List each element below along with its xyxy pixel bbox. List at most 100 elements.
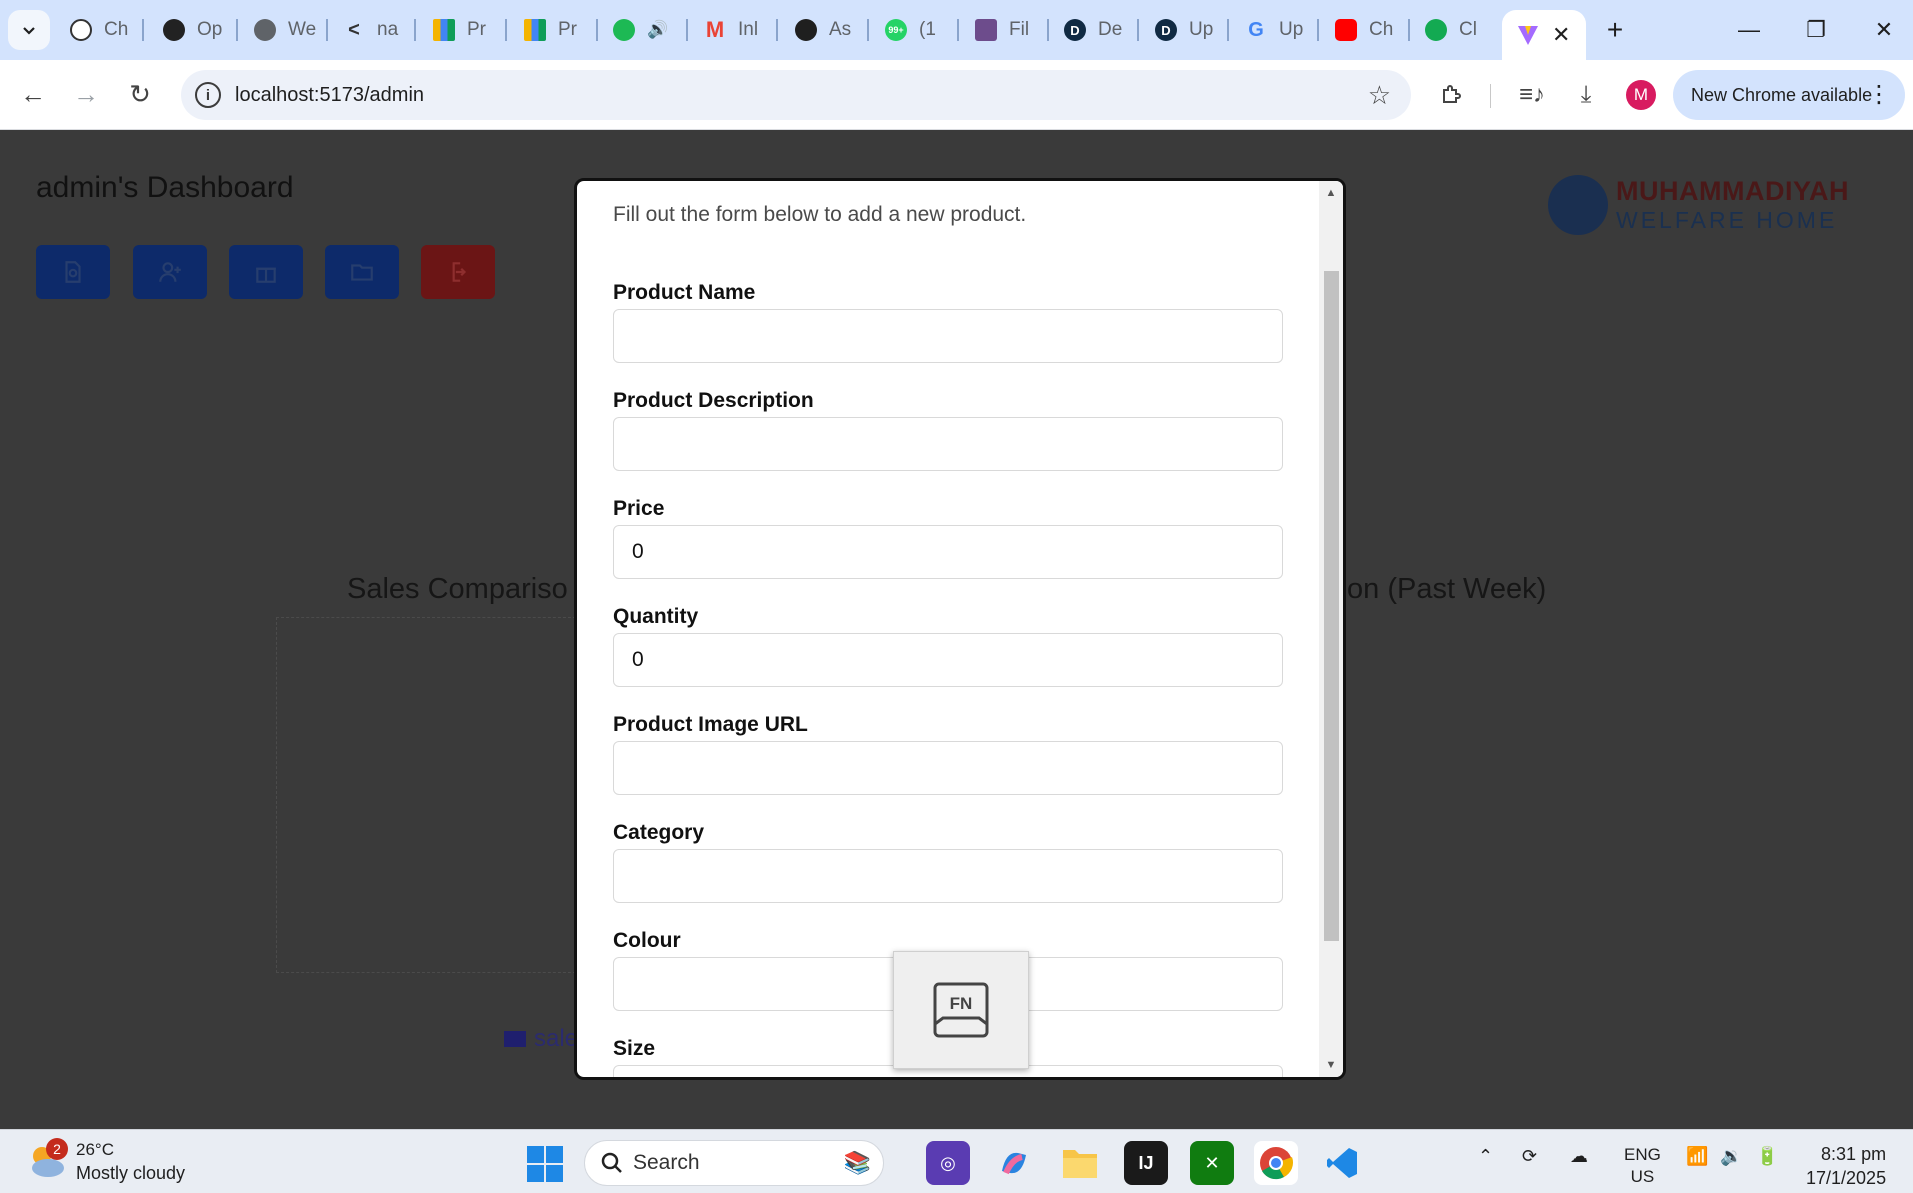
bookmark-star-icon[interactable]: ☆ bbox=[1368, 80, 1391, 111]
vite-icon bbox=[1518, 26, 1538, 45]
taskbar-app-copilot[interactable] bbox=[992, 1141, 1036, 1185]
price-input[interactable] bbox=[613, 525, 1283, 579]
category-input[interactable] bbox=[613, 849, 1283, 903]
weather-badge: 2 bbox=[46, 1138, 68, 1160]
taskbar-app-intellij[interactable]: IJ bbox=[1124, 1141, 1168, 1185]
size-label: Size bbox=[613, 1037, 656, 1060]
tray-overflow-button[interactable]: ⌃ bbox=[1478, 1146, 1493, 1167]
page-title: admin's Dashboard bbox=[36, 171, 294, 204]
logout-button[interactable] bbox=[421, 245, 495, 299]
whatsapp-icon: 99+ bbox=[885, 19, 907, 41]
file-search-icon bbox=[65, 261, 81, 283]
speaker-icon: 🔊 bbox=[647, 20, 669, 39]
youtube-icon bbox=[1335, 19, 1357, 41]
taskbar-search[interactable]: Search 📚 bbox=[584, 1140, 884, 1186]
forward-button[interactable]: → bbox=[66, 74, 106, 114]
image-url-input[interactable] bbox=[613, 741, 1283, 795]
scrollbar-thumb[interactable] bbox=[1324, 271, 1339, 941]
tray-volume[interactable]: 🔉 bbox=[1720, 1146, 1742, 1167]
address-bar[interactable]: i ☆ bbox=[181, 70, 1411, 120]
chart-legend[interactable]: sale bbox=[504, 1025, 578, 1053]
globe-icon bbox=[254, 19, 276, 41]
search-document-button[interactable] bbox=[36, 245, 110, 299]
tab-pr-1[interactable]: Pr bbox=[433, 10, 495, 50]
scroll-up-arrow-icon[interactable]: ▲ bbox=[1319, 183, 1343, 203]
tab-gmail[interactable]: M Inl bbox=[704, 10, 766, 50]
add-user-button[interactable] bbox=[133, 245, 207, 299]
tab-strip: Ch Op We < na Pr Pr 🔊 M Inl As 99+ (1 Fil D… bbox=[0, 0, 1913, 60]
start-button[interactable] bbox=[527, 1146, 563, 1182]
logout-icon bbox=[452, 262, 467, 282]
svg-text:FN: FN bbox=[950, 994, 973, 1013]
copilot-icon bbox=[1002, 1152, 1026, 1175]
minimize-icon: — bbox=[1738, 17, 1760, 42]
add-product-modal: Fill out the form below to add a new pro… bbox=[574, 178, 1346, 1080]
tab-files[interactable]: Fil bbox=[975, 10, 1037, 50]
tab-prompt[interactable]: < na bbox=[343, 10, 405, 50]
tab-whatsapp[interactable]: 99+ (1 bbox=[885, 10, 947, 50]
site-info-icon[interactable]: i bbox=[195, 82, 221, 108]
product-description-label: Product Description bbox=[613, 389, 814, 412]
url-input[interactable] bbox=[235, 83, 1135, 107]
reload-icon: ↻ bbox=[129, 78, 151, 109]
reload-button[interactable]: ↻ bbox=[120, 74, 160, 114]
tab-pr-2[interactable]: Pr bbox=[524, 10, 586, 50]
tab-de[interactable]: D De bbox=[1064, 10, 1126, 50]
profile-avatar[interactable]: M bbox=[1626, 80, 1656, 110]
add-product-button[interactable] bbox=[229, 245, 303, 299]
folder-button[interactable] bbox=[325, 245, 399, 299]
tab-search-button[interactable] bbox=[8, 10, 50, 50]
sync-icon: ⟳ bbox=[1522, 1146, 1538, 1166]
tab-up-2[interactable]: G Up bbox=[1245, 10, 1307, 50]
windows-taskbar: 2 26°C Mostly cloudy Search 📚 ◎ IJ ✕ ⌃ ⟳… bbox=[0, 1129, 1913, 1193]
taskbar-app-chrome[interactable] bbox=[1254, 1141, 1298, 1185]
modal-scrollbar[interactable]: ▲ ▼ bbox=[1319, 181, 1343, 1077]
tray-sync[interactable]: ⟳ bbox=[1522, 1146, 1537, 1167]
restore-button[interactable]: ❐ bbox=[1792, 10, 1840, 50]
new-tab-button[interactable]: + bbox=[1598, 13, 1632, 47]
sales-chart-title: Sales Compariso bbox=[347, 573, 568, 605]
scroll-down-arrow-icon[interactable]: ▼ bbox=[1319, 1055, 1343, 1075]
modal-body[interactable]: Fill out the form below to add a new pro… bbox=[577, 181, 1319, 1077]
cloud-icon: ☁ bbox=[1570, 1146, 1588, 1166]
sales-chart-area bbox=[276, 617, 576, 973]
tab-assistant[interactable]: As bbox=[795, 10, 857, 50]
tab-spotify[interactable]: 🔊 bbox=[613, 10, 673, 50]
tab-youtube[interactable]: Ch bbox=[1335, 10, 1397, 50]
tray-onedrive[interactable]: ☁ bbox=[1570, 1146, 1588, 1167]
close-window-button[interactable]: ✕ bbox=[1860, 10, 1908, 50]
minimize-button[interactable]: — bbox=[1725, 10, 1773, 50]
xbox-icon: ✕ bbox=[1204, 1152, 1220, 1173]
weekly-chart-title: on (Past Week) bbox=[1347, 573, 1547, 605]
taskbar-app-proton[interactable]: ◎ bbox=[926, 1141, 970, 1185]
downloads-button[interactable]: ⤓ bbox=[1566, 75, 1606, 115]
close-tab-icon[interactable]: ✕ bbox=[1552, 22, 1570, 48]
chrome-icon bbox=[1260, 1147, 1294, 1180]
weather-widget[interactable]: 2 26°C Mostly cloudy bbox=[26, 1138, 185, 1184]
media-controls-button[interactable]: ≡♪ bbox=[1512, 75, 1552, 115]
tab-openai[interactable]: Op bbox=[163, 10, 225, 50]
tab-active-vite[interactable]: ✕ bbox=[1502, 10, 1586, 60]
tray-battery[interactable]: 🔋 bbox=[1756, 1146, 1778, 1167]
taskbar-app-xbox[interactable]: ✕ bbox=[1190, 1141, 1234, 1185]
system-clock[interactable]: 8:31 pm 17/1/2025 bbox=[1806, 1142, 1886, 1190]
tray-wifi[interactable]: 📶 bbox=[1686, 1146, 1708, 1167]
taskbar-app-vscode[interactable] bbox=[1320, 1141, 1364, 1185]
battery-icon: 🔋 bbox=[1756, 1146, 1779, 1166]
taskbar-app-explorer[interactable] bbox=[1058, 1141, 1102, 1185]
back-button[interactable]: ← bbox=[13, 74, 53, 114]
quantity-input[interactable] bbox=[613, 633, 1283, 687]
more-vertical-icon[interactable]: ⋮ bbox=[1867, 80, 1891, 109]
product-name-input[interactable] bbox=[613, 309, 1283, 363]
tab-cluster[interactable]: Cl bbox=[1425, 10, 1487, 50]
tab-web[interactable]: We bbox=[254, 10, 316, 50]
colour-label: Colour bbox=[613, 929, 681, 952]
search-icon bbox=[601, 1152, 622, 1173]
product-description-input[interactable] bbox=[613, 417, 1283, 471]
language-indicator[interactable]: ENG US bbox=[1624, 1144, 1661, 1188]
category-label: Category bbox=[613, 821, 705, 844]
tab-chatgpt[interactable]: Ch bbox=[70, 10, 132, 50]
tab-up-1[interactable]: D Up bbox=[1155, 10, 1217, 50]
chrome-update-button[interactable]: New Chrome available ⋮ bbox=[1673, 70, 1905, 120]
extensions-button[interactable] bbox=[1431, 75, 1471, 115]
